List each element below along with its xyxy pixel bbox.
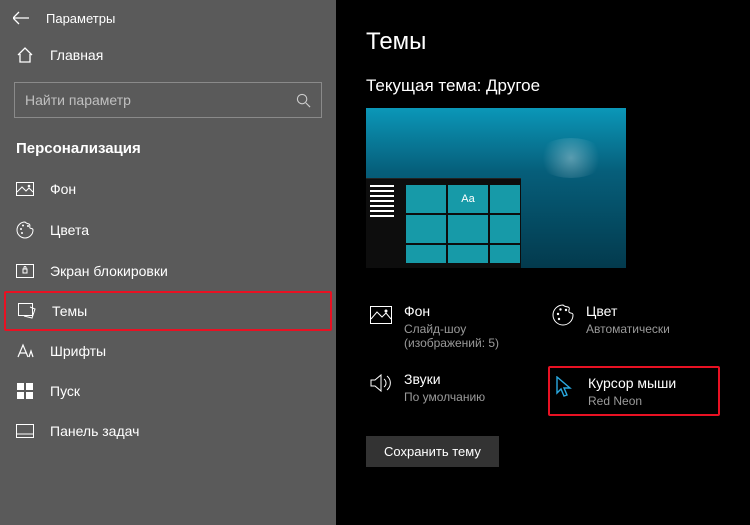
lockscreen-icon <box>16 264 34 278</box>
section-title: Персонализация <box>0 132 336 169</box>
themes-icon <box>18 303 36 319</box>
palette-icon <box>552 304 574 326</box>
sidebar-item-fonts[interactable]: Шрифты <box>0 331 336 371</box>
tile-label: Цвет <box>586 302 670 320</box>
sidebar-item-label: Панель задач <box>50 423 139 439</box>
image-icon <box>16 182 34 196</box>
sidebar-item-label: Фон <box>50 181 76 197</box>
sidebar-item-themes[interactable]: Темы <box>4 291 332 331</box>
sidebar-item-taskbar[interactable]: Панель задач <box>0 411 336 451</box>
tile-label: Звуки <box>404 370 485 388</box>
content-panel: Темы Текущая тема: Другое Aa Фон Слайд-ш… <box>336 0 750 525</box>
save-theme-button[interactable]: Сохранить тему <box>366 436 499 467</box>
taskbar-icon <box>16 424 34 438</box>
current-theme: Текущая тема: Другое <box>366 76 720 96</box>
search-icon <box>295 92 311 108</box>
back-icon[interactable] <box>12 9 30 27</box>
tile-value: Red Neon <box>588 394 676 408</box>
home-icon <box>16 46 34 64</box>
tile-sounds[interactable]: Звуки По умолчанию <box>366 366 538 416</box>
tile-value: По умолчанию <box>404 390 485 404</box>
home-link[interactable]: Главная <box>0 36 336 74</box>
search-input[interactable] <box>25 92 265 108</box>
sidebar-item-label: Пуск <box>50 383 80 399</box>
current-theme-value: Другое <box>486 76 540 95</box>
tile-value: Автоматически <box>586 322 670 336</box>
tile-label: Фон <box>404 302 534 320</box>
preview-font-sample: Aa <box>448 185 488 213</box>
sidebar-item-colors[interactable]: Цвета <box>0 209 336 251</box>
sidebar-item-label: Темы <box>52 303 87 319</box>
cursor-icon <box>554 376 576 398</box>
current-theme-label: Текущая тема: <box>366 76 481 95</box>
home-label: Главная <box>50 47 103 63</box>
theme-settings-grid: Фон Слайд-шоу (изображений: 5) Цвет Авто… <box>366 298 720 416</box>
sidebar-item-label: Цвета <box>50 222 89 238</box>
palette-icon <box>16 221 34 239</box>
tile-cursor[interactable]: Курсор мыши Red Neon <box>548 366 720 416</box>
sidebar-item-background[interactable]: Фон <box>0 169 336 209</box>
mini-desktop: Aa <box>366 178 521 268</box>
search-box[interactable] <box>14 82 322 118</box>
tile-color[interactable]: Цвет Автоматически <box>548 298 720 354</box>
theme-preview[interactable]: Aa <box>366 108 626 268</box>
sidebar-item-label: Экран блокировки <box>50 263 168 279</box>
sidebar-item-label: Шрифты <box>50 343 106 359</box>
settings-sidebar: Параметры Главная Персонализация Фон Цве… <box>0 0 336 525</box>
sidebar-item-lockscreen[interactable]: Экран блокировки <box>0 251 336 291</box>
image-icon <box>370 304 392 326</box>
speaker-icon <box>370 372 392 394</box>
tile-background[interactable]: Фон Слайд-шоу (изображений: 5) <box>366 298 538 354</box>
app-title: Параметры <box>46 11 115 26</box>
sidebar-item-start[interactable]: Пуск <box>0 371 336 411</box>
start-icon <box>16 383 34 399</box>
tile-label: Курсор мыши <box>588 374 676 392</box>
page-title: Темы <box>366 28 720 56</box>
tile-value: Слайд-шоу (изображений: 5) <box>404 322 534 350</box>
fonts-icon <box>16 343 34 359</box>
titlebar: Параметры <box>0 0 336 36</box>
